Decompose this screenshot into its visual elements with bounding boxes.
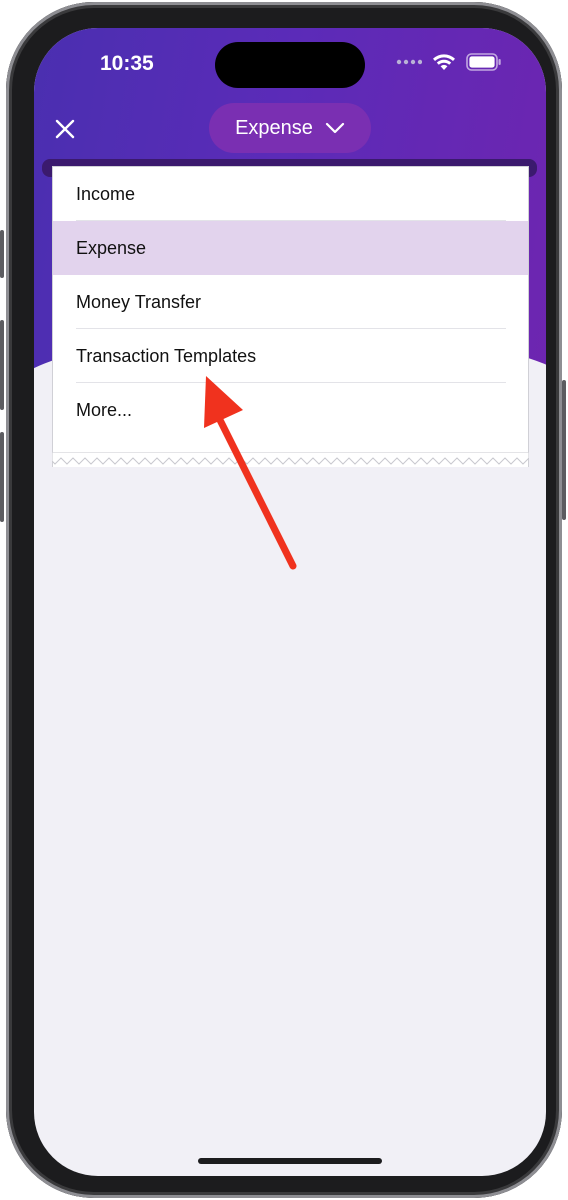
chevron-down-icon xyxy=(325,122,345,134)
menu-item-more[interactable]: More... xyxy=(53,383,528,437)
power-button xyxy=(562,380,566,520)
dynamic-island xyxy=(215,42,365,88)
close-icon xyxy=(55,119,75,139)
screen: 10:35 Expense Income Expense Money Trans… xyxy=(34,28,546,1176)
menu-torn-edge xyxy=(52,452,529,465)
menu-item-label: Transaction Templates xyxy=(76,345,257,366)
menu-item-label: Money Transfer xyxy=(76,291,202,312)
menu-item-money-transfer[interactable]: Money Transfer xyxy=(53,275,528,329)
home-indicator xyxy=(198,1158,382,1164)
menu-item-transaction-templates[interactable]: Transaction Templates xyxy=(53,329,528,383)
action-button xyxy=(0,230,4,278)
menu-item-label: Income xyxy=(76,183,136,204)
volume-up-button xyxy=(0,320,4,410)
battery-icon xyxy=(466,53,501,71)
menu-item-label: Expense xyxy=(76,237,147,258)
menu-item-label: More... xyxy=(76,399,133,420)
transaction-type-menu: Income Expense Money Transfer Transactio… xyxy=(52,166,529,467)
volume-down-button xyxy=(0,432,4,522)
cellular-signal-icon xyxy=(396,59,422,65)
wifi-icon xyxy=(433,54,455,70)
status-time: 10:35 xyxy=(100,52,154,75)
close-button[interactable] xyxy=(50,114,80,144)
status-indicators xyxy=(396,53,502,71)
menu-item-expense[interactable]: Expense xyxy=(53,221,528,275)
transaction-type-label: Expense xyxy=(235,116,313,139)
phone-frame: 10:35 Expense Income Expense Money Trans… xyxy=(0,2,566,1198)
menu-item-income[interactable]: Income xyxy=(53,167,528,221)
transaction-type-selector[interactable]: Expense xyxy=(209,103,371,153)
